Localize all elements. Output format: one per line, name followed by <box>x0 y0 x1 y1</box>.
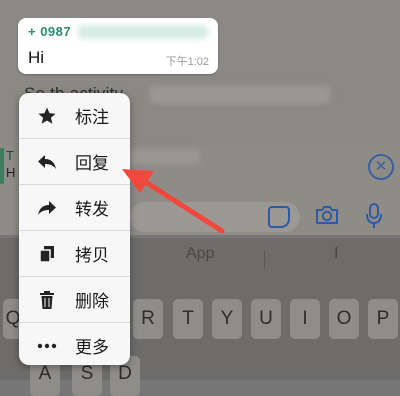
message-time: 下午1:02 <box>165 56 209 68</box>
menu-item-star[interactable]: 标注 <box>19 93 130 138</box>
keyboard-key[interactable]: I <box>290 299 320 339</box>
keyboard-key[interactable]: P <box>368 299 398 339</box>
message-sender: + 0987 <box>28 24 72 39</box>
keyboard-key[interactable]: T <box>173 299 203 339</box>
reply-letter-t: T <box>6 148 14 163</box>
menu-item-label: 转发 <box>75 200 109 219</box>
trash-icon <box>19 290 75 310</box>
forward-icon <box>19 199 75 217</box>
sender-blur <box>78 25 208 39</box>
keyboard-key[interactable]: R <box>133 299 163 339</box>
star-icon <box>19 106 75 126</box>
keyboard-key[interactable]: Y <box>212 299 242 339</box>
message-context-menu: 标注 回复 转发 拷贝 删除 更多 <box>19 93 130 365</box>
sticker-icon[interactable] <box>268 206 290 228</box>
menu-item-more[interactable]: 更多 <box>19 323 130 365</box>
camera-icon[interactable] <box>314 204 340 226</box>
close-reply-button[interactable]: ✕ <box>368 154 394 180</box>
copy-icon <box>19 244 75 264</box>
reply-letter-h: H <box>6 165 16 180</box>
message-text: Hi <box>28 48 45 67</box>
suggestion-word[interactable]: I <box>334 245 338 263</box>
menu-item-delete[interactable]: 删除 <box>19 277 130 322</box>
menu-item-label: 删除 <box>75 292 109 311</box>
menu-item-reply[interactable]: 回复 <box>19 139 130 184</box>
blurred-text <box>150 86 330 104</box>
menu-item-label: 回复 <box>75 154 109 173</box>
menu-item-label: 更多 <box>75 338 109 357</box>
annotation-arrow <box>122 169 225 234</box>
keyboard-key[interactable]: U <box>251 299 281 339</box>
menu-item-copy[interactable]: 拷贝 <box>19 231 130 276</box>
suggestion-word[interactable]: App <box>186 245 214 263</box>
reply-strip <box>0 148 4 184</box>
microphone-icon[interactable] <box>364 202 384 230</box>
more-icon <box>19 343 75 349</box>
reply-icon <box>19 153 75 171</box>
menu-item-forward[interactable]: 转发 <box>19 185 130 230</box>
suggestion-divider <box>264 250 265 268</box>
selected-message-bubble[interactable]: + 0987 Hi 下午1:02 <box>18 18 218 74</box>
keyboard-key[interactable]: O <box>329 299 359 339</box>
blurred-reply-text <box>125 150 200 164</box>
menu-item-label: 拷贝 <box>75 246 109 265</box>
menu-item-label: 标注 <box>75 108 109 127</box>
